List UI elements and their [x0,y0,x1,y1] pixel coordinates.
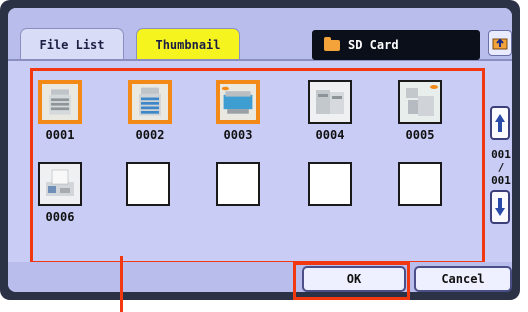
thumbnail-label: 0003 [223,128,253,142]
fax-icon [40,164,80,204]
tab-thumbnail[interactable]: Thumbnail [136,28,240,60]
thumbnail-label: 0001 [45,128,75,142]
scroll-up-button[interactable] [490,106,510,140]
tab-file-list[interactable]: File List [20,28,124,60]
thumbnail-0002[interactable] [128,80,172,124]
thumbnail-label: 0002 [135,128,165,142]
folder-icon [324,36,340,51]
scroll-down-button[interactable] [490,190,510,224]
device-panel-frame: File List Thumbnail SD Card 0001 0002 00… [0,0,520,300]
copier-icon [310,82,350,122]
arrow-down-icon [495,198,505,216]
media-select[interactable]: SD Card [312,30,480,60]
page-indicator: 001 / 001 [490,148,512,187]
cancel-button[interactable]: Cancel [414,266,512,292]
thumbnail-0001[interactable] [38,80,82,124]
copier-icon [400,82,440,122]
thumbnail-0004[interactable] [308,80,352,124]
thumbnail-label: 0004 [315,128,345,142]
thumbnail-0003[interactable] [216,80,260,124]
ok-highlight-box [293,262,410,300]
copier-icon [42,84,78,120]
up-folder-button[interactable] [488,30,512,56]
thumbnail-empty[interactable] [398,162,442,206]
media-label: SD Card [348,38,399,52]
copier-icon [132,84,168,120]
thumbnail-0006[interactable] [38,162,82,206]
callout-line [120,256,123,312]
page-total: 001 [491,174,511,187]
thumbnail-empty[interactable] [216,162,260,206]
page-current: 001 [491,148,511,161]
printer-icon [220,84,256,120]
thumbnail-empty[interactable] [126,162,170,206]
touch-screen: File List Thumbnail SD Card 0001 0002 00… [8,8,512,292]
thumbnail-0005[interactable] [398,80,442,124]
thumbnail-label: 0005 [405,128,435,142]
thumbnail-empty[interactable] [308,162,352,206]
arrow-up-icon [495,114,505,132]
page-separator: / [497,161,505,174]
up-folder-icon [492,38,508,50]
thumbnail-label: 0006 [45,210,75,224]
